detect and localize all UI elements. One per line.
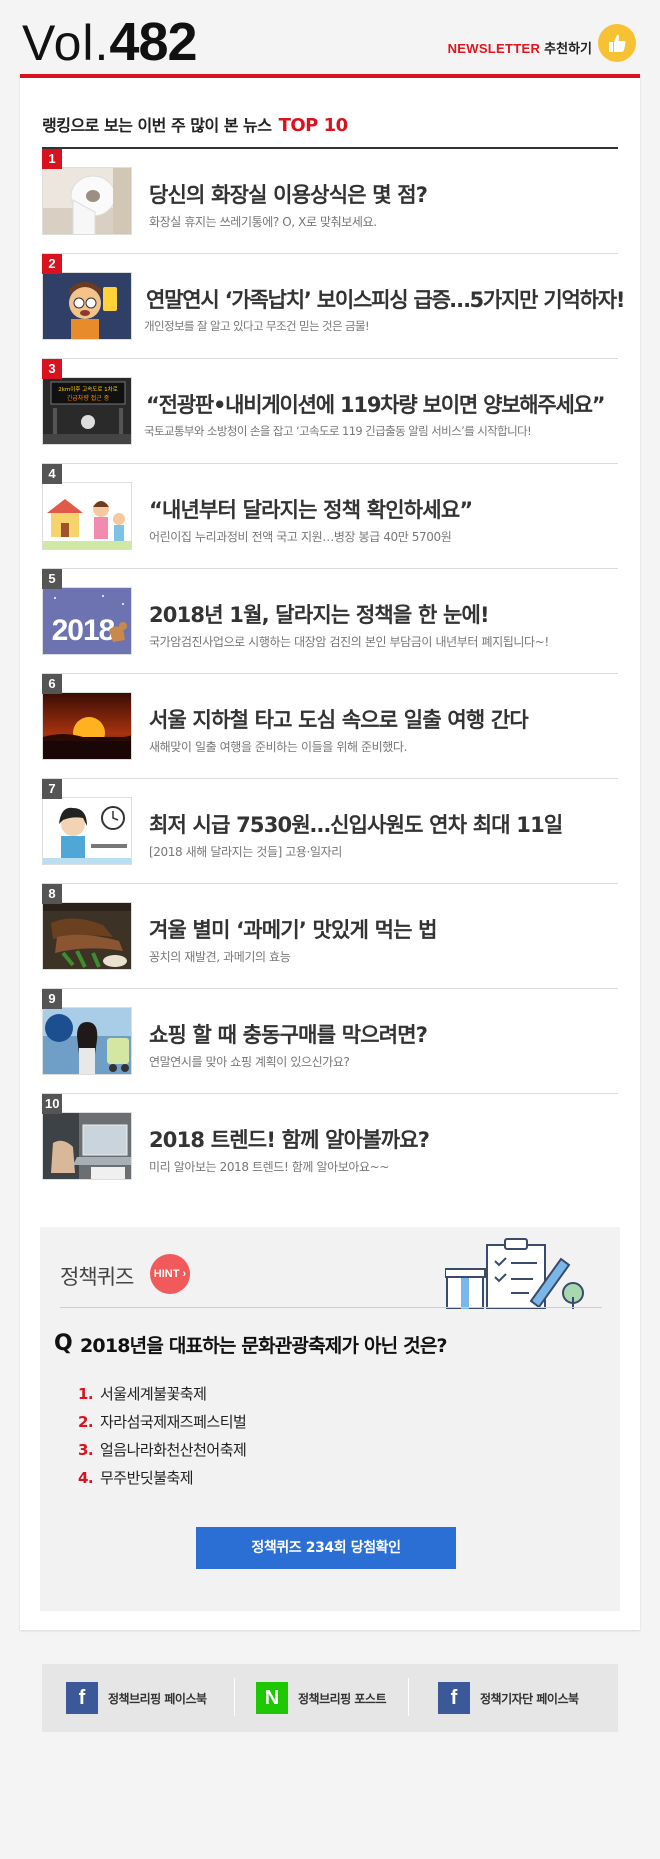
thumbnail-office-worker — [42, 797, 132, 865]
hint-button[interactable]: HINT › — [150, 1254, 190, 1294]
item-subtitle: [2018 새해 달라지는 것들] 고용·일자리 — [149, 845, 342, 859]
rank-badge: 10 — [42, 1094, 63, 1114]
news-item-2[interactable]: 2 연말연시 ‘가족납치’ 보이스피싱 급증…5가지만 기억하자! 개인정보를 … — [42, 254, 625, 359]
newsletter-recommend-link[interactable]: NEWSLETTER 추천하기 — [448, 38, 592, 57]
rank-badge: 3 — [42, 359, 62, 379]
rank-badge: 8 — [42, 884, 62, 904]
policy-quiz-box: 정책퀴즈 HINT › Q 2018년을 대표하는 문화관광축제가 아닌 것은? — [40, 1227, 620, 1611]
footer-link-label: 정책기자단 페이스북 — [480, 1691, 579, 1706]
news-item-5[interactable]: 2018 5 2018년 1월, 달라지는 정책을 한 눈에! 국가암검진사업으… — [42, 569, 618, 674]
section-title-text: 랭킹으로 보는 이번 주 많이 본 뉴스 — [42, 116, 272, 135]
newsletter-header: Vol.482 NEWSLETTER 추천하기 — [0, 0, 660, 74]
quiz-option-1: 1. 서울세계불꽃축제 — [78, 1383, 207, 1404]
item-subtitle: 국토교통부와 소방청이 손을 잡고 ‘고속도로 119 긴급출동 알림 서비스’… — [144, 424, 532, 438]
facebook-icon: f — [66, 1682, 98, 1714]
hint-label: HINT — [153, 1268, 180, 1280]
top-label: TOP 10 — [278, 115, 349, 136]
item-title[interactable]: “내년부터 달라지는 정책 확인하세요” — [149, 494, 473, 524]
option-number: 3. — [78, 1441, 94, 1459]
volume-prefix: Vol. — [22, 15, 110, 71]
news-item-3[interactable]: 2km이후 고속도로 1차로 긴급차량 접근 중 3 “전광판•내비게이션에 11… — [42, 359, 618, 464]
option-text: 자라섬국제재즈페스티벌 — [100, 1413, 247, 1431]
quiz-title: 정책퀴즈 — [60, 1265, 134, 1289]
rank-badge: 6 — [42, 674, 62, 694]
item-title[interactable]: 서울 지하철 타고 도심 속으로 일출 여행 간다 — [149, 704, 529, 734]
item-title[interactable]: 겨울 별미 ‘과메기’ 맛있게 먹는 법 — [149, 914, 437, 944]
thumbnail-gwamegi-dish — [42, 902, 132, 970]
rank-badge: 1 — [42, 149, 62, 169]
item-subtitle: 꽁치의 재발견, 과메기의 효능 — [149, 950, 291, 964]
volume-title: Vol.482 — [22, 12, 198, 73]
thumbnail-trend-laptop — [42, 1112, 132, 1180]
item-title[interactable]: 쇼핑 할 때 충동구매를 막으려면? — [149, 1019, 428, 1049]
item-title[interactable]: 2018 트렌드! 함께 알아볼까요? — [149, 1124, 430, 1154]
quiz-divider — [60, 1307, 602, 1308]
rank-badge: 2 — [42, 254, 62, 274]
quiz-option-3: 3. 얼음나라화천산천어축제 — [78, 1439, 247, 1460]
option-number: 2. — [78, 1413, 94, 1431]
rank-badge: 5 — [42, 569, 62, 589]
item-subtitle: 연말연시를 맞아 쇼핑 계획이 있으신가요? — [149, 1055, 350, 1069]
quiz-winner-check-button[interactable]: 정책퀴즈 234회 당첨확인 — [196, 1527, 456, 1569]
footer-divider — [234, 1678, 235, 1716]
item-subtitle: 국가암검진사업으로 시행하는 대장암 검진의 본인 부담금이 내년부터 폐지됩니… — [149, 635, 549, 649]
rank-badge: 9 — [42, 989, 62, 1009]
naver-post-icon: N — [256, 1682, 288, 1714]
thumbnail-sunrise — [42, 692, 132, 760]
content-card: 랭킹으로 보는 이번 주 많이 본 뉴스 TOP 10 1 당신의 화장실 이용… — [20, 74, 640, 1630]
item-title[interactable]: 당신의 화장실 이용상식은 몇 점? — [149, 179, 428, 209]
item-title[interactable]: 연말연시 ‘가족납치’ 보이스피싱 급증…5가지만 기억하자! — [146, 284, 625, 314]
question-mark-icon: Q — [54, 1331, 73, 1356]
footer-link-reporters-facebook[interactable]: f 정책기자단 페이스북 — [438, 1678, 579, 1718]
section-title: 랭킹으로 보는 이번 주 많이 본 뉴스 TOP 10 — [42, 112, 348, 136]
thumbnail-highway-sign: 2km이후 고속도로 1차로 긴급차량 접근 중 — [42, 377, 132, 445]
social-footer: f 정책브리핑 페이스북 N 정책브리핑 포스트 f 정책기자단 페이스북 — [42, 1664, 618, 1732]
news-item-8[interactable]: 8 겨울 별미 ‘과메기’ 맛있게 먹는 법 꽁치의 재발견, 과메기의 효능 — [42, 884, 618, 989]
thumbs-up-icon[interactable] — [598, 24, 636, 62]
recommend-label: 추천하기 — [544, 41, 592, 56]
footer-link-label: 정책브리핑 포스트 — [298, 1691, 387, 1706]
option-text: 서울세계불꽃축제 — [100, 1385, 207, 1403]
news-item-4[interactable]: 4 “내년부터 달라지는 정책 확인하세요” 어린이집 누리과정비 전액 국고 … — [42, 464, 618, 569]
option-text: 얼음나라화천산천어축제 — [100, 1441, 247, 1459]
thumbnail-voice-phishing — [42, 272, 132, 340]
footer-divider — [408, 1678, 409, 1716]
news-item-10[interactable]: 10 2018 트렌드! 함께 알아볼까요? 미리 알아보는 2018 트렌드!… — [42, 1094, 618, 1199]
news-item-7[interactable]: 7 최저 시급 7530원…신입사원도 연차 최대 11일 [2018 새해 달… — [42, 779, 618, 884]
option-text: 무주반딧불축제 — [100, 1469, 194, 1487]
news-item-9[interactable]: 9 쇼핑 할 때 충동구매를 막으려면? 연말연시를 맞아 쇼핑 계획이 있으신… — [42, 989, 618, 1094]
rank-badge: 4 — [42, 464, 62, 484]
volume-number: 482 — [109, 12, 197, 72]
sign-line-2: 긴급차량 접근 중 — [67, 394, 110, 402]
footer-link-briefing-facebook[interactable]: f 정책브리핑 페이스북 — [66, 1678, 207, 1718]
rank-badge: 7 — [42, 779, 62, 799]
quiz-option-2: 2. 자라섬국제재즈페스티벌 — [78, 1411, 247, 1432]
item-subtitle: 화장실 휴지는 쓰레기통에? O, X로 맞춰보세요. — [149, 215, 377, 229]
thumbnail-daycare-family — [42, 482, 132, 550]
checklist-illustration-icon — [444, 1237, 585, 1310]
item-subtitle: 어린이집 누리과정비 전액 국고 지원…병장 봉급 40만 5700원 — [149, 530, 452, 544]
thumbnail-toilet-paper — [42, 167, 132, 235]
item-subtitle: 새해맞이 일출 여행을 준비하는 이들을 위해 준비했다. — [149, 740, 407, 754]
footer-link-label: 정책브리핑 페이스북 — [108, 1691, 207, 1706]
item-title[interactable]: 2018년 1월, 달라지는 정책을 한 눈에! — [149, 599, 490, 629]
news-item-1[interactable]: 1 당신의 화장실 이용상식은 몇 점? 화장실 휴지는 쓰레기통에? O, X… — [42, 149, 618, 254]
quiz-question: 2018년을 대표하는 문화관광축제가 아닌 것은? — [80, 1335, 448, 1357]
news-item-6[interactable]: 6 서울 지하철 타고 도심 속으로 일출 여행 간다 새해맞이 일출 여행을 … — [42, 674, 618, 779]
option-number: 1. — [78, 1385, 94, 1403]
thumbnail-year-text: 2018 — [52, 614, 115, 647]
sign-line-1: 2km이후 고속도로 1차로 — [58, 385, 118, 393]
item-subtitle: 미리 알아보는 2018 트렌드! 함께 알아보아요~~ — [149, 1160, 389, 1174]
thumbnail-shopping-woman — [42, 1007, 132, 1075]
item-title[interactable]: 최저 시급 7530원…신입사원도 연차 최대 11일 — [149, 809, 563, 839]
newsletter-label: NEWSLETTER — [447, 41, 541, 56]
item-title[interactable]: “전광판•내비게이션에 119차량 보이면 양보해주세요” — [146, 389, 606, 419]
quiz-option-4: 4. 무주반딧불축제 — [78, 1467, 194, 1488]
item-subtitle: 개인정보를 잘 알고 있다고 무조건 믿는 것은 금물! — [144, 319, 370, 333]
footer-link-briefing-post[interactable]: N 정책브리핑 포스트 — [256, 1678, 387, 1718]
thumbnail-2018-dog: 2018 — [42, 587, 132, 655]
option-number: 4. — [78, 1469, 94, 1487]
facebook-icon: f — [438, 1682, 470, 1714]
